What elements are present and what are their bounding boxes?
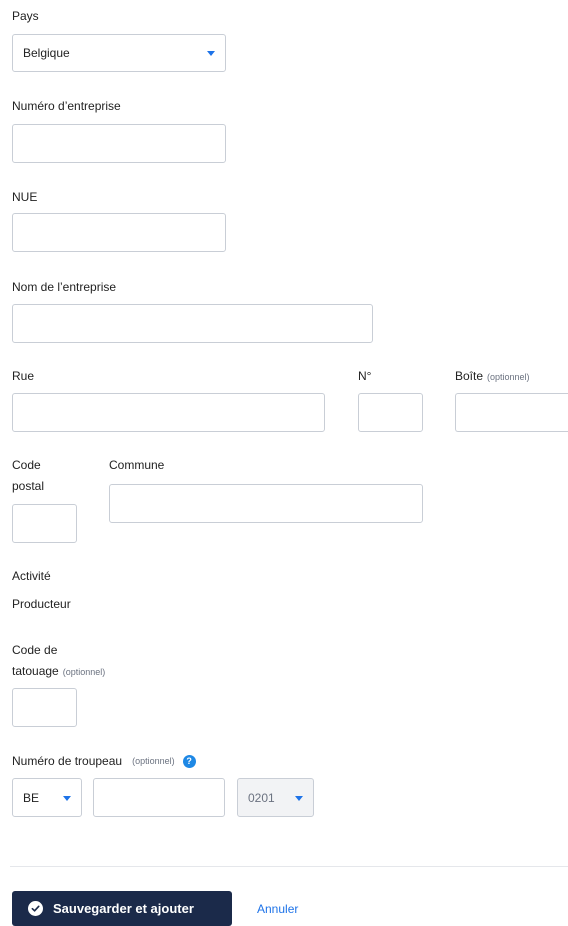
herd-suffix-value: 0201 xyxy=(248,790,275,805)
save-and-add-label: Sauvegarder et ajouter xyxy=(53,901,194,916)
herd-number-label-wrap: Numéro de troupeau (optionnel) ? xyxy=(12,751,196,771)
nue-input[interactable] xyxy=(12,213,226,252)
tattoo-code-label-line1: Code de xyxy=(12,643,58,657)
herd-number-label: Numéro de troupeau xyxy=(12,754,123,768)
postal-code-label-line2: postal xyxy=(12,479,45,493)
company-name-input[interactable] xyxy=(12,304,373,343)
postal-code-input[interactable] xyxy=(12,504,77,543)
chevron-down-icon xyxy=(295,795,303,801)
company-name-label: Nom de l’entreprise xyxy=(12,280,117,294)
activity-label: Activité xyxy=(12,569,51,583)
tattoo-code-input[interactable] xyxy=(12,688,77,727)
chevron-down-icon xyxy=(207,51,215,56)
commune-input[interactable] xyxy=(109,484,423,523)
cancel-link[interactable]: Annuler xyxy=(257,902,298,916)
number-label: N° xyxy=(358,369,372,383)
save-and-add-button[interactable]: Sauvegarder et ajouter xyxy=(12,891,232,926)
postal-code-label-line1: Code xyxy=(12,458,41,472)
street-label: Rue xyxy=(12,369,35,383)
chevron-down-icon xyxy=(63,795,71,801)
herd-country-select[interactable]: BE xyxy=(12,778,82,817)
street-input[interactable] xyxy=(12,393,325,432)
box-optional: (optionnel) xyxy=(487,372,530,382)
herd-number-input[interactable] xyxy=(93,778,225,817)
herd-country-value: BE xyxy=(23,790,40,805)
tattoo-code-label-line2-wrap: tatouage (optionnel) xyxy=(12,661,105,682)
country-value: Belgique xyxy=(23,46,70,60)
footer-divider xyxy=(10,866,568,867)
herd-suffix-select[interactable]: 0201 xyxy=(237,778,314,817)
tattoo-code-optional: (optionnel) xyxy=(62,667,106,677)
box-input[interactable] xyxy=(455,393,568,432)
box-label: Boîte xyxy=(455,369,484,383)
tattoo-code-label-line2: tatouage xyxy=(12,664,59,678)
commune-label: Commune xyxy=(109,458,165,472)
number-input[interactable] xyxy=(358,393,423,432)
country-select[interactable]: Belgique xyxy=(12,34,226,72)
herd-number-optional: (optionnel) xyxy=(132,756,175,766)
company-number-label: Numéro d’entreprise xyxy=(12,99,121,113)
help-icon[interactable]: ? xyxy=(182,754,196,768)
company-number-input[interactable] xyxy=(12,124,226,163)
country-label: Pays xyxy=(12,9,39,23)
activity-value: Producteur xyxy=(12,597,71,611)
box-label-wrap: Boîte (optionnel) xyxy=(455,366,530,387)
check-circle-icon xyxy=(28,901,43,916)
nue-label: NUE xyxy=(12,190,38,204)
